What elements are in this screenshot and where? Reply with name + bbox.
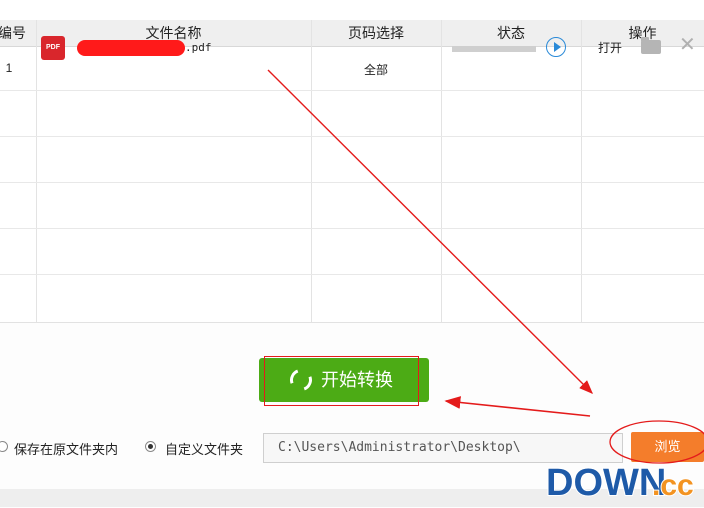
radio-save-original-label: 保存在原文件夹内	[14, 442, 119, 457]
pdf-file-icon: PDF	[41, 36, 65, 60]
column-divider	[441, 20, 442, 322]
row-divider	[0, 136, 704, 137]
redacted-filename	[77, 40, 185, 56]
annotation-highlight-box	[264, 356, 419, 406]
header-page-selection: 页码选择	[348, 25, 404, 41]
row-divider	[0, 182, 704, 183]
row-divider	[0, 274, 704, 275]
page-selection-value[interactable]: 全部	[311, 61, 441, 78]
radio-custom-folder[interactable]	[145, 441, 156, 452]
open-file-link[interactable]: 打开	[598, 39, 622, 56]
row-divider	[0, 90, 704, 91]
file-name: .pdf	[185, 41, 212, 54]
play-icon[interactable]	[546, 37, 566, 57]
watermark-logo: DOWN .cc	[545, 461, 695, 503]
column-divider	[36, 20, 37, 322]
column-divider	[581, 20, 582, 322]
watermark-text-suffix: .cc	[652, 469, 694, 502]
row-index: 1	[5, 61, 13, 75]
progress-bar	[452, 46, 536, 52]
radio-custom-folder-label: 自定义文件夹	[165, 442, 244, 457]
window-top-edge	[0, 0, 704, 20]
row-divider	[0, 228, 704, 229]
watermark-text-main: DOWN	[546, 462, 666, 503]
header-index: 编号	[0, 25, 26, 41]
close-icon[interactable]: ✕	[679, 34, 696, 56]
folder-icon[interactable]	[641, 37, 661, 54]
